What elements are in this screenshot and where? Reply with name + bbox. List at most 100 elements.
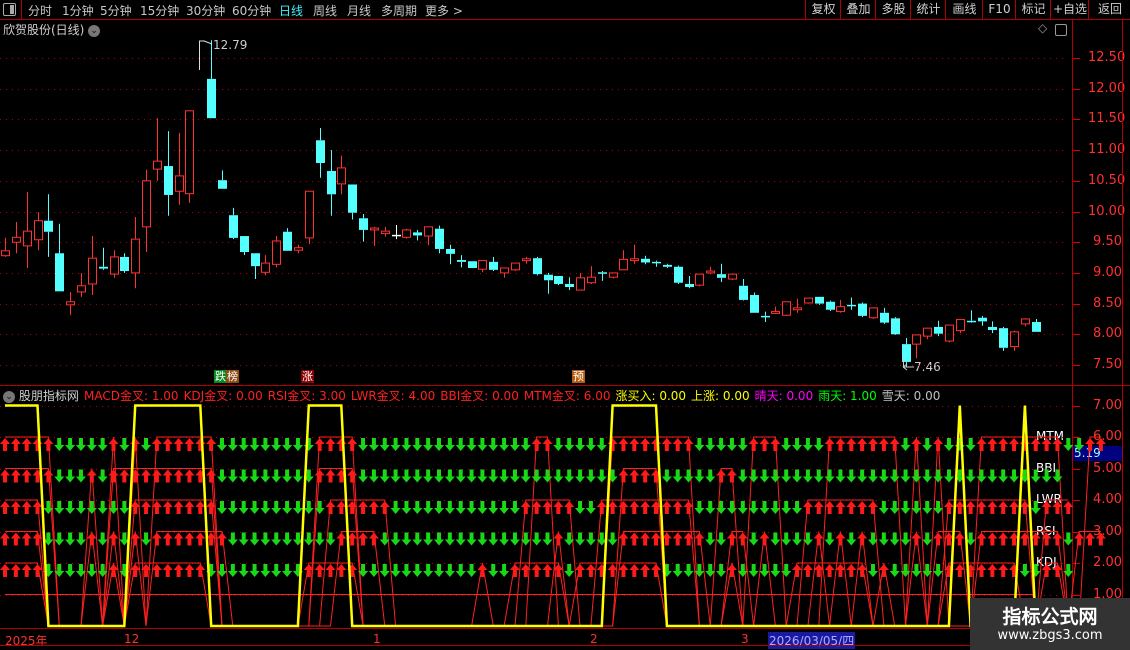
candle[interactable] [544,272,553,294]
candle[interactable] [424,226,433,246]
candle[interactable] [598,271,607,281]
candle[interactable] [23,191,32,268]
candle[interactable] [978,315,987,326]
candle[interactable] [815,296,824,305]
candle[interactable] [1021,318,1030,327]
candle[interactable] [739,279,748,301]
candle[interactable] [131,217,140,289]
candle[interactable] [847,297,856,310]
candle[interactable] [761,311,770,323]
candle[interactable] [261,255,270,276]
candle[interactable] [283,228,292,251]
candle[interactable] [392,225,401,240]
candle[interactable] [12,221,21,254]
candle[interactable] [305,190,314,245]
candle[interactable] [337,155,346,195]
candle[interactable] [1,237,10,257]
candle[interactable] [576,272,585,291]
candle[interactable] [609,272,618,279]
candle[interactable] [66,291,75,316]
candle[interactable] [142,169,151,253]
candle[interactable] [804,297,813,304]
candle[interactable] [663,263,672,268]
candle[interactable] [316,127,325,178]
candle[interactable] [240,236,249,256]
candle[interactable] [685,275,694,289]
candle[interactable] [945,324,954,343]
candle[interactable] [511,262,520,272]
candle[interactable] [793,298,802,313]
candle[interactable] [272,236,281,268]
candle[interactable] [533,256,542,276]
candle[interactable] [44,194,53,257]
candle[interactable] [934,320,943,337]
candle[interactable] [381,226,390,237]
candle[interactable] [967,310,976,323]
candle[interactable] [717,263,726,283]
candle[interactable] [956,319,965,334]
candle[interactable] [565,277,574,291]
candle[interactable] [641,255,650,265]
candle[interactable] [923,327,932,340]
candle[interactable] [999,326,1008,351]
candle[interactable] [164,131,173,216]
candle[interactable] [478,260,487,273]
candle[interactable] [1010,330,1019,351]
candle[interactable] [402,228,411,239]
candle[interactable] [858,302,867,318]
candle[interactable] [110,250,119,278]
candle[interactable] [185,110,194,203]
chart-canvas[interactable] [0,0,1130,650]
up-arrow-icon [802,501,813,514]
candle[interactable] [359,213,368,242]
candle[interactable] [988,321,997,334]
up-arrow-icon [998,532,1009,546]
candle[interactable] [327,150,336,216]
candle[interactable] [55,223,64,292]
candle[interactable] [34,212,43,251]
down-arrow-icon [922,532,933,546]
candle[interactable] [370,226,379,246]
signal-line-bbi [5,468,1058,627]
candle[interactable] [251,253,260,280]
candle[interactable] [348,184,357,220]
candle[interactable] [706,266,715,275]
candle[interactable] [826,300,835,311]
candle[interactable] [912,334,921,359]
candle[interactable] [782,301,791,316]
candle[interactable] [413,229,422,241]
candle[interactable] [218,170,227,189]
candle[interactable] [207,40,216,119]
candle[interactable] [435,225,444,254]
candle[interactable] [880,307,889,324]
candle[interactable] [99,247,108,270]
candle[interactable] [120,253,129,273]
candle[interactable] [728,273,737,281]
candle[interactable] [587,266,596,284]
candle[interactable] [836,299,845,313]
candle[interactable] [153,118,162,181]
candle[interactable] [554,275,563,286]
candle[interactable] [489,256,498,272]
candle[interactable] [750,292,759,313]
down-arrow-icon [868,564,878,577]
candle[interactable] [652,260,661,267]
candle[interactable] [869,307,878,319]
candle[interactable] [175,132,184,205]
candle[interactable] [77,272,86,297]
candle[interactable] [446,244,455,265]
candle[interactable] [229,207,238,240]
candle[interactable] [88,236,97,296]
candle[interactable] [674,265,683,284]
candle[interactable] [630,244,639,264]
candle[interactable] [522,256,531,264]
candle[interactable] [294,244,303,254]
candle[interactable] [1032,318,1041,332]
candle[interactable] [500,267,509,278]
candle[interactable] [695,273,704,287]
candle[interactable] [457,255,466,268]
candle[interactable] [891,317,900,335]
candle[interactable] [468,261,477,268]
candle[interactable] [771,306,780,315]
candle[interactable] [619,250,628,271]
